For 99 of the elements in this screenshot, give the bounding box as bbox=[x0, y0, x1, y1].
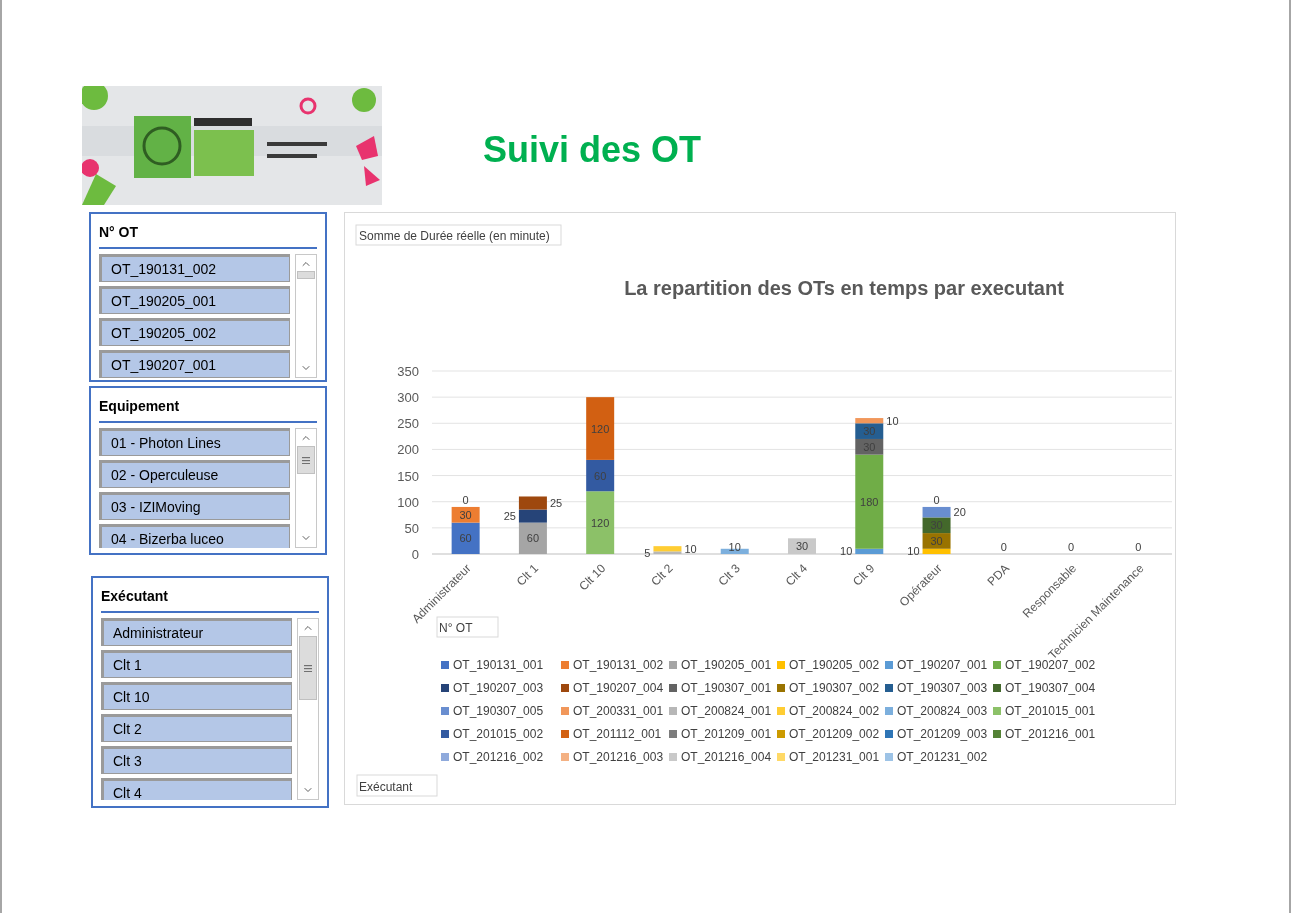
data-label: 60 bbox=[594, 469, 607, 482]
legend-label: OT_190307_004 bbox=[1005, 681, 1096, 695]
legend-label: OT_190131_002 bbox=[573, 658, 664, 672]
bar-segment bbox=[922, 517, 951, 534]
slicer-item[interactable]: OT_190131_002 bbox=[99, 254, 291, 282]
axis-tick-label: 0 bbox=[411, 547, 419, 562]
data-label: 20 bbox=[953, 506, 966, 519]
slicer-item[interactable]: Clt 1 bbox=[101, 650, 293, 678]
category-label: Clt 3 bbox=[715, 561, 743, 589]
slicer-item[interactable]: Administrateur bbox=[101, 618, 293, 646]
legend-label: OT_201216_004 bbox=[681, 750, 772, 764]
slicer-title: Exécutant bbox=[101, 588, 168, 604]
grip-icon bbox=[304, 664, 313, 672]
data-label: 10 bbox=[886, 414, 899, 427]
data-label: 60 bbox=[526, 532, 540, 545]
data-label: 30 bbox=[459, 508, 472, 521]
legend-label: OT_201216_002 bbox=[453, 750, 544, 764]
slicer-item[interactable]: 01 - Photon Lines bbox=[99, 428, 291, 456]
data-label: 25 bbox=[503, 510, 516, 523]
scrollbar-thumb[interactable] bbox=[297, 271, 316, 279]
axis-tick-label: 250 bbox=[397, 416, 419, 432]
legend-label: OT_190205_001 bbox=[681, 658, 772, 672]
slicer-item[interactable]: Clt 4 bbox=[101, 778, 293, 800]
legend-label: OT_190207_003 bbox=[453, 681, 544, 695]
slicer-item[interactable]: Clt 10 bbox=[101, 682, 293, 710]
slicer-item[interactable]: OT_190207_001 bbox=[99, 350, 291, 378]
data-label: 0 bbox=[933, 493, 940, 506]
legend-label: OT_201209_002 bbox=[789, 727, 880, 741]
scrollbar-thumb[interactable] bbox=[297, 446, 316, 474]
legend-label: OT_190307_005 bbox=[453, 704, 544, 718]
legend-label: OT_201231_001 bbox=[789, 750, 880, 764]
legend-label: OT_200824_001 bbox=[681, 704, 772, 718]
bar-segment bbox=[518, 496, 547, 510]
legend-label: OT_200824_002 bbox=[789, 704, 880, 718]
legend-label: OT_190205_002 bbox=[789, 658, 880, 672]
data-label: 5 bbox=[644, 546, 651, 559]
scrollbar-thumb[interactable] bbox=[299, 636, 318, 700]
data-label: 60 bbox=[459, 532, 472, 545]
slicer-item[interactable]: OT_190205_002 bbox=[99, 318, 291, 346]
slicer-item[interactable]: 04 - Bizerba luceo bbox=[99, 524, 291, 548]
bar-segment bbox=[922, 506, 951, 518]
data-label: 0 bbox=[1000, 541, 1007, 553]
legend-label: OT_190307_002 bbox=[789, 681, 880, 695]
page-title: Suivi des OT bbox=[483, 132, 702, 168]
slicer-item[interactable]: 02 - Operculeuse bbox=[99, 460, 291, 488]
data-label: 10 bbox=[840, 545, 853, 558]
slicer-title: Equipement bbox=[99, 398, 180, 414]
axis-tick-label: 300 bbox=[397, 390, 419, 406]
data-label: 120 bbox=[591, 422, 610, 435]
legend-label: OT_201209_001 bbox=[681, 727, 772, 741]
slicer-item[interactable]: OT_190205_001 bbox=[99, 286, 291, 314]
chart-title: La repartition des OTs en temps par executant bbox=[624, 277, 1064, 299]
slicer-item[interactable]: 03 - IZIMoving bbox=[99, 492, 291, 520]
slicer-item[interactable]: Clt 2 bbox=[101, 714, 293, 742]
slicer-item[interactable]: Clt 3 bbox=[101, 746, 293, 774]
grip-icon bbox=[302, 456, 311, 464]
legend-label: OT_201015_002 bbox=[453, 727, 544, 741]
axis-tick-label: 100 bbox=[397, 494, 419, 510]
legend-label: OT_201231_002 bbox=[897, 750, 988, 764]
legend-label: OT_201015_001 bbox=[1005, 704, 1096, 718]
axis-tick-label: 200 bbox=[397, 442, 419, 458]
category-label: Clt 10 bbox=[576, 561, 609, 594]
legend-label: OT_200331_001 bbox=[573, 704, 664, 718]
category-label: Clt 4 bbox=[782, 561, 811, 589]
legend-label: OT_201216_001 bbox=[1005, 727, 1096, 741]
data-label: 0 bbox=[1135, 541, 1142, 553]
legend-label: OT_201216_003 bbox=[573, 750, 664, 764]
data-label: 180 bbox=[860, 495, 879, 508]
data-label: 0 bbox=[1068, 541, 1075, 553]
scrollbar[interactable] bbox=[295, 428, 317, 548]
data-label: 120 bbox=[591, 516, 610, 529]
data-label: 30 bbox=[930, 534, 943, 547]
category-label: Clt 9 bbox=[850, 561, 878, 589]
data-label: 30 bbox=[795, 540, 809, 553]
data-label: 30 bbox=[863, 425, 876, 438]
axis-tick-label: 350 bbox=[397, 364, 419, 379]
axis-tick-label: 150 bbox=[397, 468, 419, 484]
data-label: 10 bbox=[684, 542, 697, 555]
field-button[interactable]: N° OT bbox=[436, 616, 499, 638]
field-button[interactable]: Somme de Durée réelle (en minute) bbox=[355, 224, 562, 246]
legend-label: OT_190131_001 bbox=[453, 658, 544, 672]
legend-label: OT_190307_001 bbox=[681, 681, 772, 695]
slicer-title: N° OT bbox=[99, 224, 139, 240]
legend-label: OT_190307_003 bbox=[897, 681, 988, 695]
legend-label: OT_200824_003 bbox=[897, 704, 988, 718]
legend-label: OT_201112_001 bbox=[573, 727, 662, 741]
legend-label: OT_201209_003 bbox=[897, 727, 988, 741]
scrollbar[interactable] bbox=[297, 618, 319, 800]
legend-label: OT_190207_002 bbox=[1005, 658, 1096, 672]
data-label: 25 bbox=[549, 497, 563, 509]
field-button[interactable]: Exécutant bbox=[356, 774, 438, 797]
data-label: 10 bbox=[907, 545, 920, 558]
legend-label: OT_190207_004 bbox=[573, 681, 664, 695]
legend-label: OT_190207_001 bbox=[897, 658, 988, 672]
category-label: Clt 2 bbox=[648, 561, 676, 589]
axis-tick-label: 50 bbox=[404, 520, 419, 536]
data-label: 0 bbox=[462, 493, 469, 506]
category-label: Clt 1 bbox=[513, 561, 542, 589]
scrollbar[interactable] bbox=[295, 254, 317, 378]
